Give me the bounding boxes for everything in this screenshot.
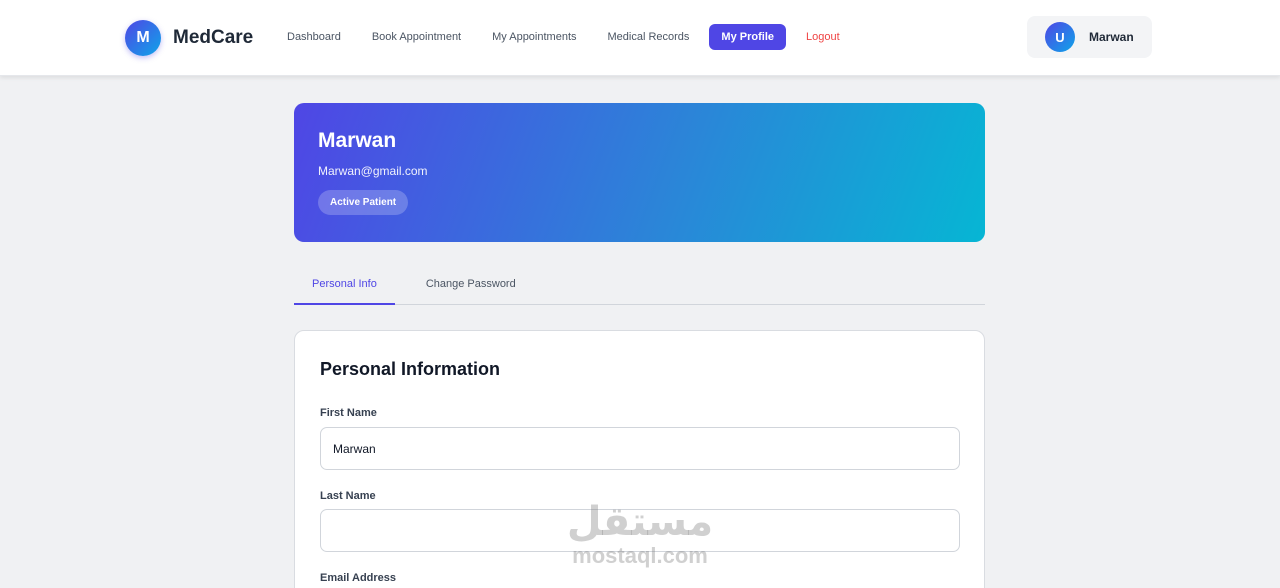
first-name-label: First Name [320,407,377,419]
user-name: Marwan [1089,30,1134,44]
profile-tabs: Personal Info Change Password [294,264,985,305]
nav-dashboard[interactable]: Dashboard [276,24,352,50]
last-name-field[interactable] [320,509,960,552]
tab-personal-info[interactable]: Personal Info [294,264,395,305]
nav-medical-records[interactable]: Medical Records [597,24,701,50]
nav-my-appointments[interactable]: My Appointments [481,24,587,50]
email-label: Email Address [320,572,397,584]
section-title: Personal Information [320,359,501,379]
nav-book-appointment[interactable]: Book Appointment [361,24,472,50]
last-name-label: Last Name [320,490,376,502]
brand-logo: M [125,20,161,56]
status-badge: Active Patient [318,190,409,215]
personal-information-card: Personal Information First Name Last Nam… [294,330,985,588]
logout-link[interactable]: Logout [795,24,851,50]
profile-email: Marwan@gmail.com [318,164,428,178]
user-menu[interactable]: U Marwan [1027,16,1152,58]
profile-header-card: Marwan Marwan@gmail.com Active Patient [294,103,985,242]
nav-my-profile[interactable]: My Profile [709,24,786,50]
main-nav: Dashboard Book Appointment My Appointmen… [276,24,860,50]
profile-name: Marwan [318,129,397,152]
brand[interactable]: M MedCare [125,20,253,56]
first-name-field[interactable] [320,427,960,470]
top-navbar: M MedCare Dashboard Book Appointment My … [0,0,1280,76]
tab-change-password[interactable]: Change Password [408,264,534,304]
brand-name: MedCare [173,27,254,48]
avatar: U [1045,22,1075,52]
